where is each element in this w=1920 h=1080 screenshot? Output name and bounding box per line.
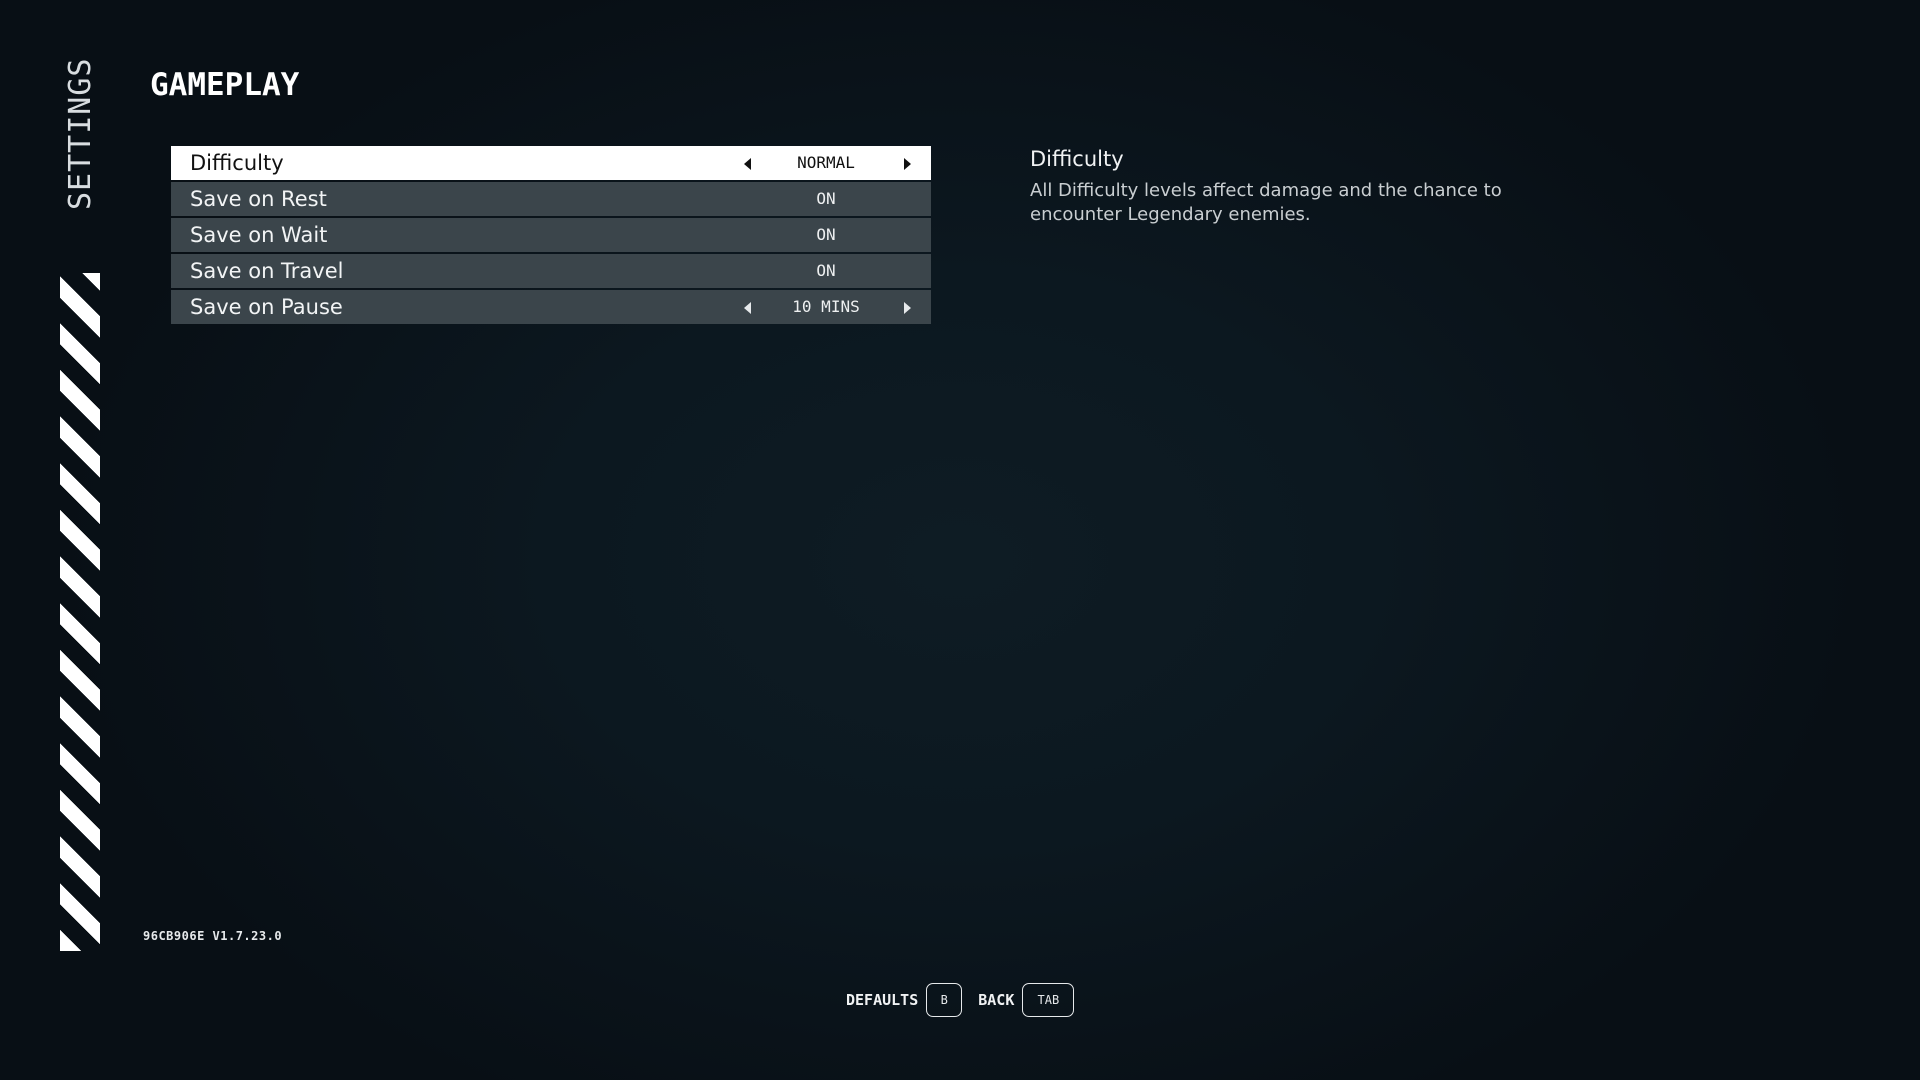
settings-list: Difficulty NORMAL Save on Rest ON Save o… xyxy=(171,146,931,326)
arrow-right-icon[interactable] xyxy=(904,158,911,170)
arrow-left-icon[interactable] xyxy=(744,158,751,170)
setting-label: Save on Wait xyxy=(190,223,328,247)
setting-label: Save on Rest xyxy=(190,187,327,211)
back-button[interactable]: BACK TAB xyxy=(978,983,1075,1017)
arrow-right-icon[interactable] xyxy=(904,302,911,314)
defaults-button[interactable]: DEFAULTS B xyxy=(846,983,963,1017)
version-label: 96CB906E V1.7.23.0 xyxy=(143,929,283,943)
setting-row-save-on-wait[interactable]: Save on Wait ON xyxy=(171,218,931,252)
key-hint-b: B xyxy=(926,983,963,1017)
setting-label: Save on Pause xyxy=(190,295,343,319)
setting-row-difficulty[interactable]: Difficulty NORMAL xyxy=(171,146,931,180)
setting-label: Difficulty xyxy=(190,151,284,175)
description-title: Difficulty xyxy=(1030,147,1124,171)
hazard-stripes-decoration xyxy=(60,273,100,951)
setting-value: ON xyxy=(816,225,836,244)
description-body: All Difficulty levels affect damage and … xyxy=(1030,180,1502,225)
setting-value: ON xyxy=(816,189,836,208)
back-label: BACK xyxy=(978,991,1015,1009)
setting-row-save-on-travel[interactable]: Save on Travel ON xyxy=(171,254,931,288)
setting-value: 10 MINS xyxy=(792,297,860,316)
footer-controls: DEFAULTS B BACK TAB xyxy=(846,982,1075,1018)
description-panel: Difficulty All Difficulty levels affect … xyxy=(1030,145,1550,227)
setting-value: ON xyxy=(816,261,836,280)
setting-value: NORMAL xyxy=(797,153,855,172)
setting-label: Save on Travel xyxy=(190,259,344,283)
setting-row-save-on-pause[interactable]: Save on Pause 10 MINS xyxy=(171,290,931,324)
page-title: GAMEPLAY xyxy=(150,67,300,103)
setting-row-save-on-rest[interactable]: Save on Rest ON xyxy=(171,182,931,216)
key-hint-tab: TAB xyxy=(1022,983,1075,1017)
settings-sidebar-title: SETTINGS xyxy=(63,57,98,211)
defaults-label: DEFAULTS xyxy=(846,991,919,1009)
arrow-left-icon[interactable] xyxy=(744,302,751,314)
